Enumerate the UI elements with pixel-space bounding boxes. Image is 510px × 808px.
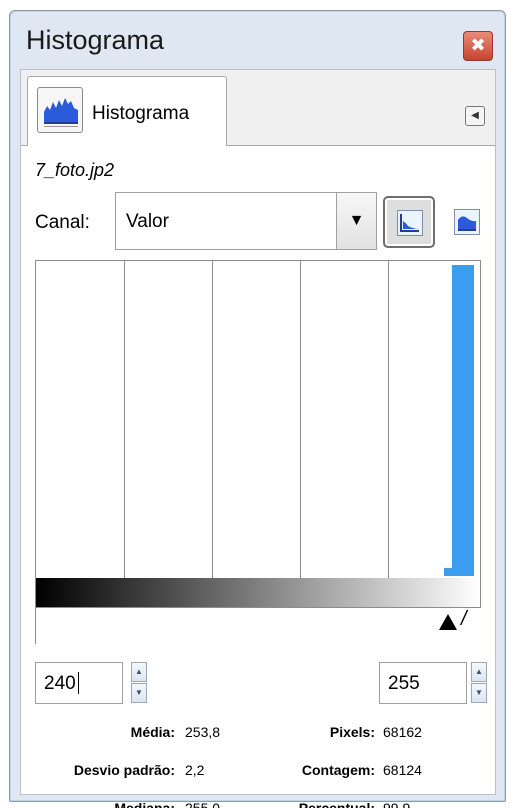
histogram-gridline	[388, 261, 389, 579]
range-end-spinner[interactable]: ▲ ▼	[471, 662, 487, 704]
stat-pixels-label: Pixels:	[329, 724, 375, 740]
range-start-marker[interactable]	[35, 608, 36, 644]
range-start-spinner[interactable]: ▲ ▼	[131, 662, 147, 704]
image-name: 7_foto.jp2	[35, 160, 115, 180]
stat-media-label: Média:	[130, 724, 175, 740]
tab-menu-button[interactable]: ◀	[465, 106, 485, 126]
value-gradient-bar[interactable]	[35, 578, 481, 608]
range-end-input[interactable]: 255	[379, 662, 467, 704]
stat-mediana-label: Mediana:	[114, 800, 175, 808]
range-end-marker-icon[interactable]	[439, 614, 457, 630]
close-icon: ✖	[470, 35, 486, 55]
histogram-gridline	[124, 261, 125, 579]
histogram-view[interactable]	[35, 260, 481, 580]
close-button[interactable]: ✖	[463, 31, 493, 61]
stat-mediana-value: 255,0	[185, 800, 221, 808]
stat-pixels-value: 68162	[383, 724, 422, 740]
stat-percentual-label: Percentual:	[298, 800, 375, 808]
spin-up-icon[interactable]: ▲	[131, 662, 147, 682]
tab-histograma[interactable]: Histograma	[27, 76, 227, 146]
linear-histogram-icon	[397, 210, 423, 236]
range-start-value: 240	[44, 673, 76, 694]
stat-contagem-label: Contagem:	[301, 762, 375, 778]
range-start-input[interactable]: 240	[35, 662, 123, 704]
histogram-gridline	[300, 261, 301, 579]
histogram-panel: 7_foto.jp2 Canal: Valor ▼ / 240 ▲ ▼ 255 …	[21, 146, 495, 808]
spin-down-icon[interactable]: ▼	[471, 683, 487, 703]
stat-desvio-label: Desvio padrão:	[73, 762, 175, 778]
histogram-window: Histograma ✖ Histograma ◀ 7_foto.jp2 Can…	[9, 10, 506, 808]
stat-contagem-value: 68124	[383, 762, 422, 778]
stat-media-value: 253,8	[185, 724, 221, 740]
tab-menu-icon: ◀	[471, 110, 479, 121]
stat-percentual-value: 99,9	[383, 800, 411, 808]
linear-histogram-button[interactable]	[383, 196, 435, 248]
histogram-gridline	[212, 261, 213, 579]
text-caret	[78, 672, 79, 694]
window-title: Histograma	[26, 25, 165, 55]
range-end-slash: /	[461, 608, 467, 630]
channel-select[interactable]: Valor ▼	[115, 192, 377, 250]
histogram-bar	[452, 265, 474, 576]
channel-value: Valor	[126, 211, 169, 232]
chevron-down-icon: ▼	[348, 212, 365, 229]
channel-dropdown-button[interactable]: ▼	[336, 193, 376, 249]
logarithmic-histogram-icon	[454, 209, 480, 235]
dock-body: Histograma ◀ 7_foto.jp2 Canal: Valor ▼ /…	[20, 69, 496, 808]
spin-up-icon[interactable]: ▲	[471, 662, 487, 682]
range-end-value: 255	[388, 673, 420, 694]
histogram-bar-tail	[444, 568, 452, 576]
title-bar[interactable]: Histograma ✖	[10, 11, 505, 69]
spin-down-icon[interactable]: ▼	[131, 683, 147, 703]
channel-label: Canal:	[35, 212, 90, 233]
histogram-icon	[37, 87, 83, 133]
stat-desvio-value: 2,2	[185, 762, 205, 778]
tab-label: Histograma	[92, 103, 190, 124]
logarithmic-histogram-button[interactable]	[441, 196, 493, 248]
